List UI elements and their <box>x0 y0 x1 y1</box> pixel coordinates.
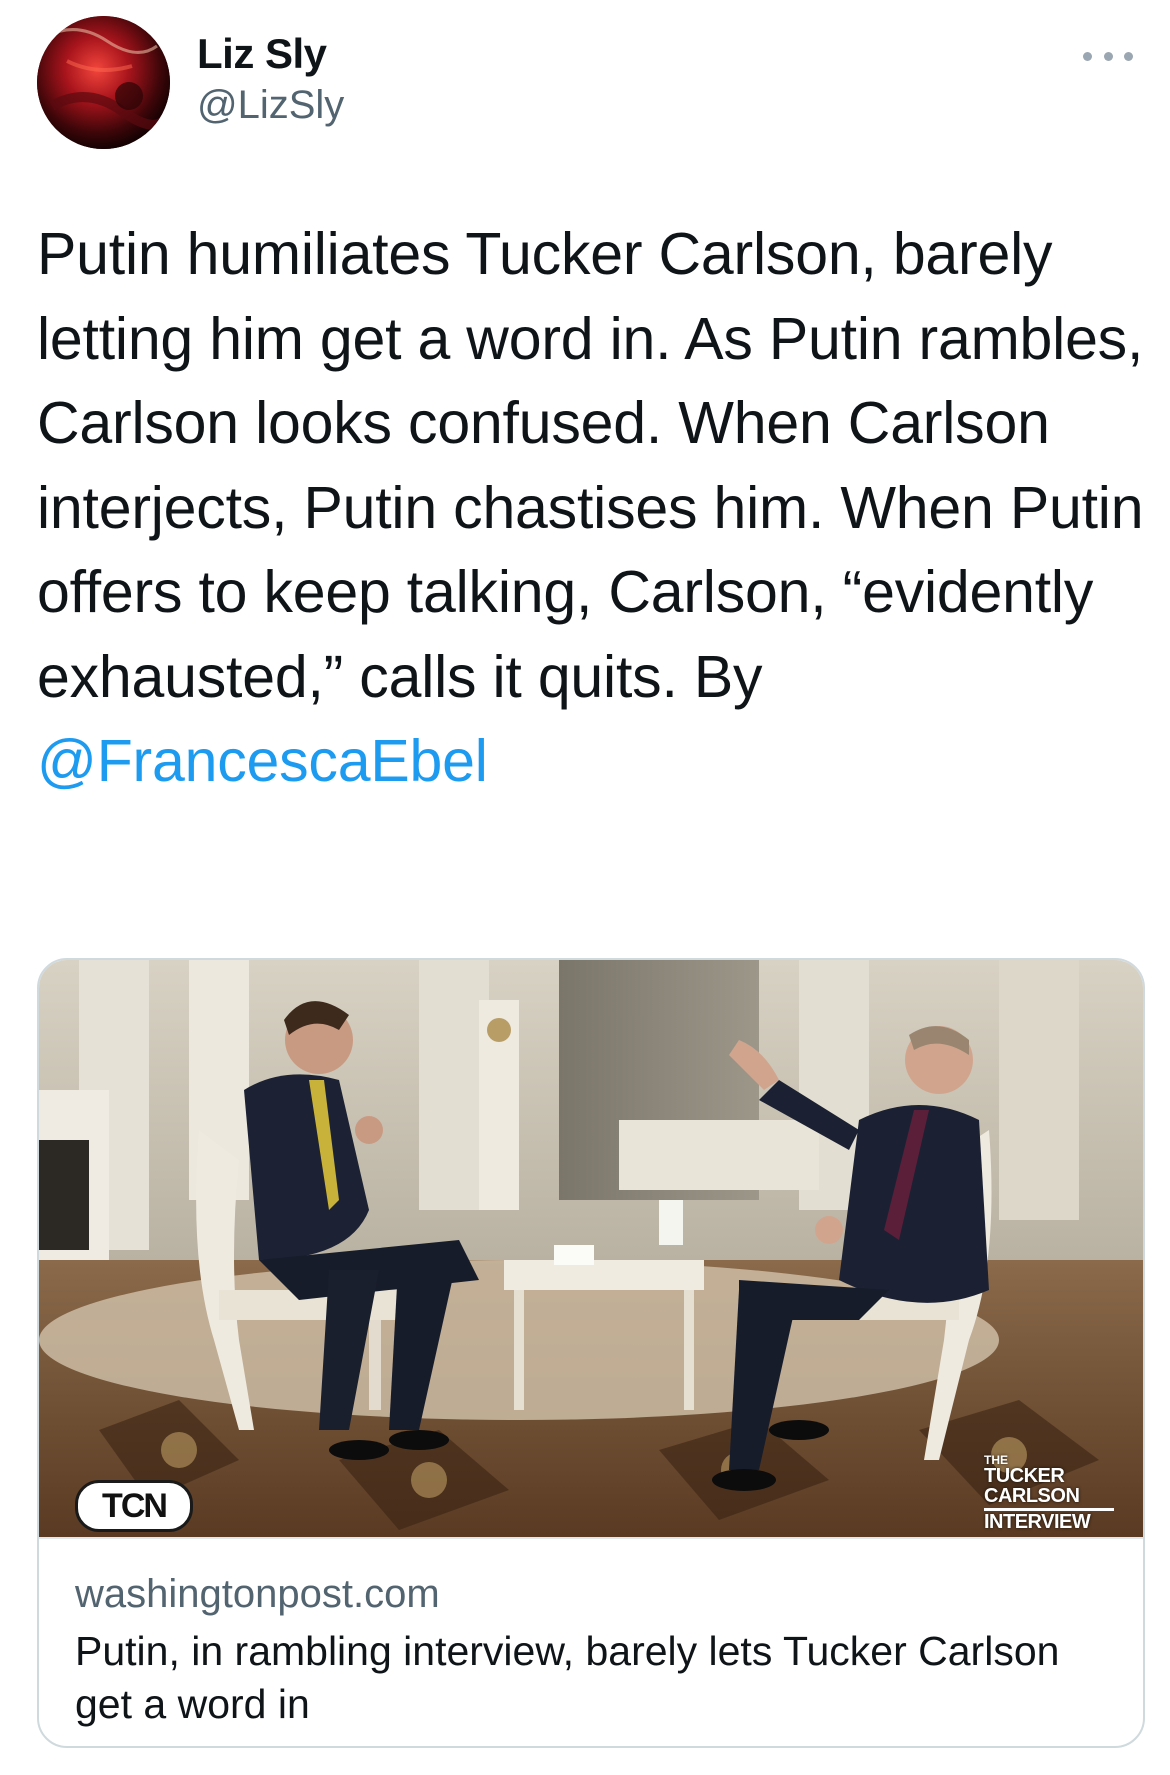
avatar-image <box>37 16 170 149</box>
dot <box>1083 51 1092 61</box>
show-logo: THE TUCKER CARLSON INTERVIEW <box>984 1454 1114 1532</box>
show-logo-line3: CARLSON <box>984 1485 1080 1507</box>
card-image: TCN THE TUCKER CARLSON INTERVIEW <box>39 960 1143 1537</box>
show-logo-line2: TUCKER <box>984 1465 1065 1487</box>
mention-link[interactable]: @FrancescaEbel <box>37 728 488 794</box>
show-logo-line4: INTERVIEW <box>984 1508 1114 1532</box>
tweet: Liz Sly @LizSly Putin humiliates Tucker … <box>0 0 1170 1775</box>
card-domain: washingtonpost.com <box>75 1572 440 1616</box>
author-names: Liz Sly @LizSly <box>197 28 344 130</box>
interview-photo <box>39 960 1143 1537</box>
avatar[interactable] <box>37 16 170 149</box>
card-info: washingtonpost.com Putin, in rambling in… <box>39 1537 1143 1746</box>
tweet-text: Putin humiliates Tucker Carlson, barely … <box>37 212 1147 804</box>
tcn-badge: TCN <box>75 1480 193 1532</box>
display-name[interactable]: Liz Sly <box>197 28 344 80</box>
tweet-body: Putin humiliates Tucker Carlson, barely … <box>37 221 1144 710</box>
link-card[interactable]: TCN THE TUCKER CARLSON INTERVIEW washing… <box>37 958 1145 1748</box>
dot <box>1103 51 1113 61</box>
tweet-header: Liz Sly @LizSly <box>37 16 1137 156</box>
more-dots-icon[interactable] <box>1083 46 1133 66</box>
dot <box>1124 51 1133 61</box>
user-handle[interactable]: @LizSly <box>197 80 344 130</box>
card-title[interactable]: Putin, in rambling interview, barely let… <box>75 1625 1085 1731</box>
